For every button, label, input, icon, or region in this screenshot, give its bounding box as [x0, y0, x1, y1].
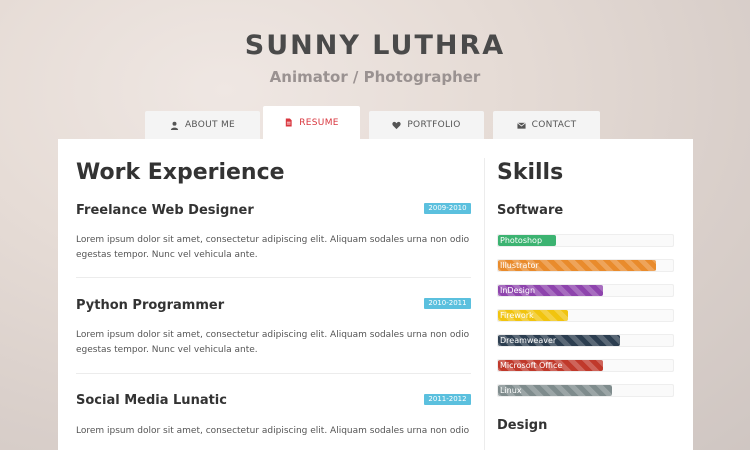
job-description-line: Lorem ipsum dolor sit amet, consectetur … [76, 235, 470, 245]
profile-subtitle: Animator / Photographer [269, 68, 481, 86]
profile-name: SUNNY LUTHRA [244, 30, 506, 61]
column-divider [484, 158, 485, 450]
job-description-line: Lorem ipsum dolor sit amet, consectetur … [76, 426, 470, 436]
job-description-line: egestas tempor. Nunc vel vehicula ante. [76, 345, 258, 355]
job-description: Lorem ipsum dolor sit amet, consectetur … [76, 328, 476, 358]
skill-bar-track: Microsoft Office [497, 359, 674, 372]
document-icon [286, 118, 292, 127]
tab-contact[interactable]: CONTACT [493, 111, 600, 139]
job-description: Lorem ipsum dolor sit amet, consectetur … [76, 233, 476, 263]
job-description-line: egestas tempor. Nunc vel vehicula ante. [76, 250, 258, 260]
skill-bar: Dreamweaver [498, 335, 620, 346]
job-years-badge: 2009-2010 [424, 203, 471, 214]
skill-bar-track: Dreamweaver [497, 334, 674, 347]
job-title: Social Media Lunatic [76, 393, 227, 408]
job-separator [76, 277, 471, 278]
tab-resume[interactable]: RESUME [263, 106, 360, 139]
tab-label: RESUME [299, 117, 339, 128]
skill-bar-track: Illustrator [497, 259, 674, 272]
tab-label: CONTACT [531, 120, 577, 130]
job-separator [76, 373, 471, 374]
skill-bar: InDesign [498, 285, 603, 296]
skill-group-software: Software [497, 203, 564, 218]
job-description-line: Lorem ipsum dolor sit amet, consectetur … [76, 330, 470, 340]
job-years-badge: 2010-2011 [424, 298, 471, 309]
skill-bar: Linux [498, 385, 612, 396]
heart-icon [392, 121, 401, 129]
skills-heading: Skills [497, 160, 564, 185]
skill-bar-track: Firework [497, 309, 674, 322]
tab-label: ABOUT ME [184, 120, 236, 130]
skill-bar: Photoshop [498, 235, 556, 246]
work-experience-heading: Work Experience [76, 160, 285, 185]
envelope-icon [516, 121, 526, 129]
skill-bar-track: Linux [497, 384, 674, 397]
job-title: Freelance Web Designer [76, 203, 254, 218]
skill-bar: Firework [498, 310, 568, 321]
tab-portfolio[interactable]: PORTFOLIO [369, 111, 484, 139]
job-years-badge: 2011-2012 [424, 394, 471, 405]
tab-about-me[interactable]: ABOUT ME [145, 111, 260, 139]
skill-bar: Illustrator [498, 260, 656, 271]
tab-label: PORTFOLIO [407, 120, 461, 130]
job-title: Python Programmer [76, 298, 225, 313]
skill-bar-track: InDesign [497, 284, 674, 297]
skill-group-design: Design [497, 418, 548, 433]
skill-bar-track: Photoshop [497, 234, 674, 247]
skill-bar: Microsoft Office [498, 360, 603, 371]
user-icon [170, 121, 179, 130]
job-description: Lorem ipsum dolor sit amet, consectetur … [76, 424, 476, 439]
